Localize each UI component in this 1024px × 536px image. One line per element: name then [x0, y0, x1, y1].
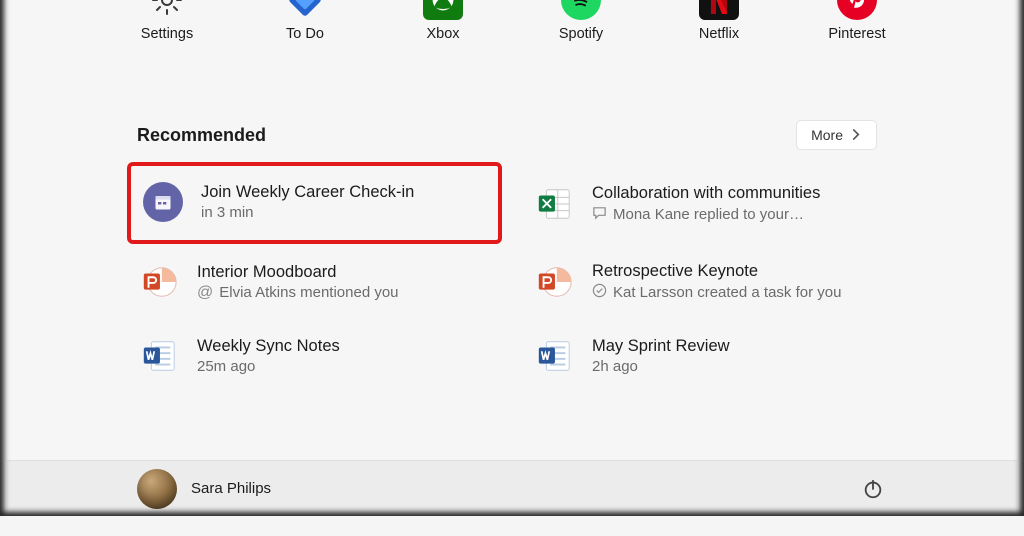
- pinned-label: Xbox: [426, 26, 459, 42]
- pinned-label: Pinterest: [828, 26, 885, 42]
- pinned-app-xbox[interactable]: Xbox: [393, 0, 493, 42]
- mention-icon: @: [197, 284, 213, 302]
- pinned-apps-row: Settings To Do Xbox: [7, 0, 1017, 42]
- recommended-item-title: Weekly Sync Notes: [197, 337, 340, 356]
- recommended-item[interactable]: Join Weekly Career Check-in in 3 min: [127, 162, 502, 244]
- recommended-item[interactable]: Interior Moodboard @ Elvia Atkins mentio…: [127, 254, 502, 310]
- recommended-item-sub: 2h ago: [592, 358, 638, 375]
- pinned-app-spotify[interactable]: Spotify: [531, 0, 631, 42]
- pinned-app-netflix[interactable]: Netflix: [669, 0, 769, 42]
- recommended-item-title: Collaboration with communities: [592, 184, 820, 203]
- check-circle-icon: [592, 283, 607, 302]
- pinterest-icon: [837, 0, 877, 20]
- recommended-item-sub: 25m ago: [197, 358, 255, 375]
- recommended-header: Recommended More: [7, 120, 1017, 150]
- spotify-icon: [561, 0, 601, 20]
- recommended-item-sub: Kat Larsson created a task for you: [613, 284, 841, 301]
- recommended-item-title: Retrospective Keynote: [592, 262, 841, 281]
- recommended-item-sub: in 3 min: [201, 204, 254, 221]
- recommended-item-title: Interior Moodboard: [197, 263, 399, 282]
- xbox-icon: [423, 0, 463, 20]
- word-icon: [139, 336, 179, 376]
- pinned-app-todo[interactable]: To Do: [255, 0, 355, 42]
- start-menu-panel: Settings To Do Xbox: [7, 0, 1017, 516]
- recommended-grid: Join Weekly Career Check-in in 3 min Col…: [7, 150, 1017, 384]
- netflix-icon: [699, 0, 739, 20]
- recommended-title: Recommended: [137, 125, 266, 146]
- pinned-app-pinterest[interactable]: Pinterest: [807, 0, 907, 42]
- avatar: [137, 469, 177, 509]
- powerpoint-icon: [139, 262, 179, 302]
- pinned-label: Spotify: [559, 26, 603, 42]
- recommended-item-title: May Sprint Review: [592, 337, 730, 356]
- start-menu-footer: Sara Philips: [7, 460, 1017, 516]
- user-name: Sara Philips: [191, 480, 271, 497]
- recommended-item-title: Join Weekly Career Check-in: [201, 183, 414, 202]
- recommended-item[interactable]: Collaboration with communities Mona Kane…: [522, 172, 897, 236]
- power-icon: [862, 478, 884, 500]
- pinned-label: Netflix: [699, 26, 739, 42]
- recommended-item[interactable]: May Sprint Review 2h ago: [522, 328, 897, 384]
- recommended-item[interactable]: Retrospective Keynote Kat Larsson create…: [522, 254, 897, 310]
- chevron-right-icon: [851, 127, 862, 143]
- word-icon: [534, 336, 574, 376]
- todo-icon: [285, 0, 325, 20]
- more-button-label: More: [811, 127, 843, 143]
- pinned-label: Settings: [141, 26, 193, 42]
- power-button[interactable]: [859, 475, 887, 503]
- excel-icon: [534, 184, 574, 224]
- powerpoint-icon: [534, 262, 574, 302]
- more-button[interactable]: More: [796, 120, 877, 150]
- recommended-item-sub: Elvia Atkins mentioned you: [219, 284, 398, 301]
- recommended-item[interactable]: Weekly Sync Notes 25m ago: [127, 328, 502, 384]
- user-account-button[interactable]: Sara Philips: [137, 469, 271, 509]
- teams-calendar-icon: [143, 182, 183, 222]
- pinned-app-settings[interactable]: Settings: [117, 0, 217, 42]
- settings-icon: [147, 0, 187, 20]
- pinned-label: To Do: [286, 26, 324, 42]
- recommended-item-sub: Mona Kane replied to your…: [613, 206, 804, 223]
- comment-icon: [592, 205, 607, 224]
